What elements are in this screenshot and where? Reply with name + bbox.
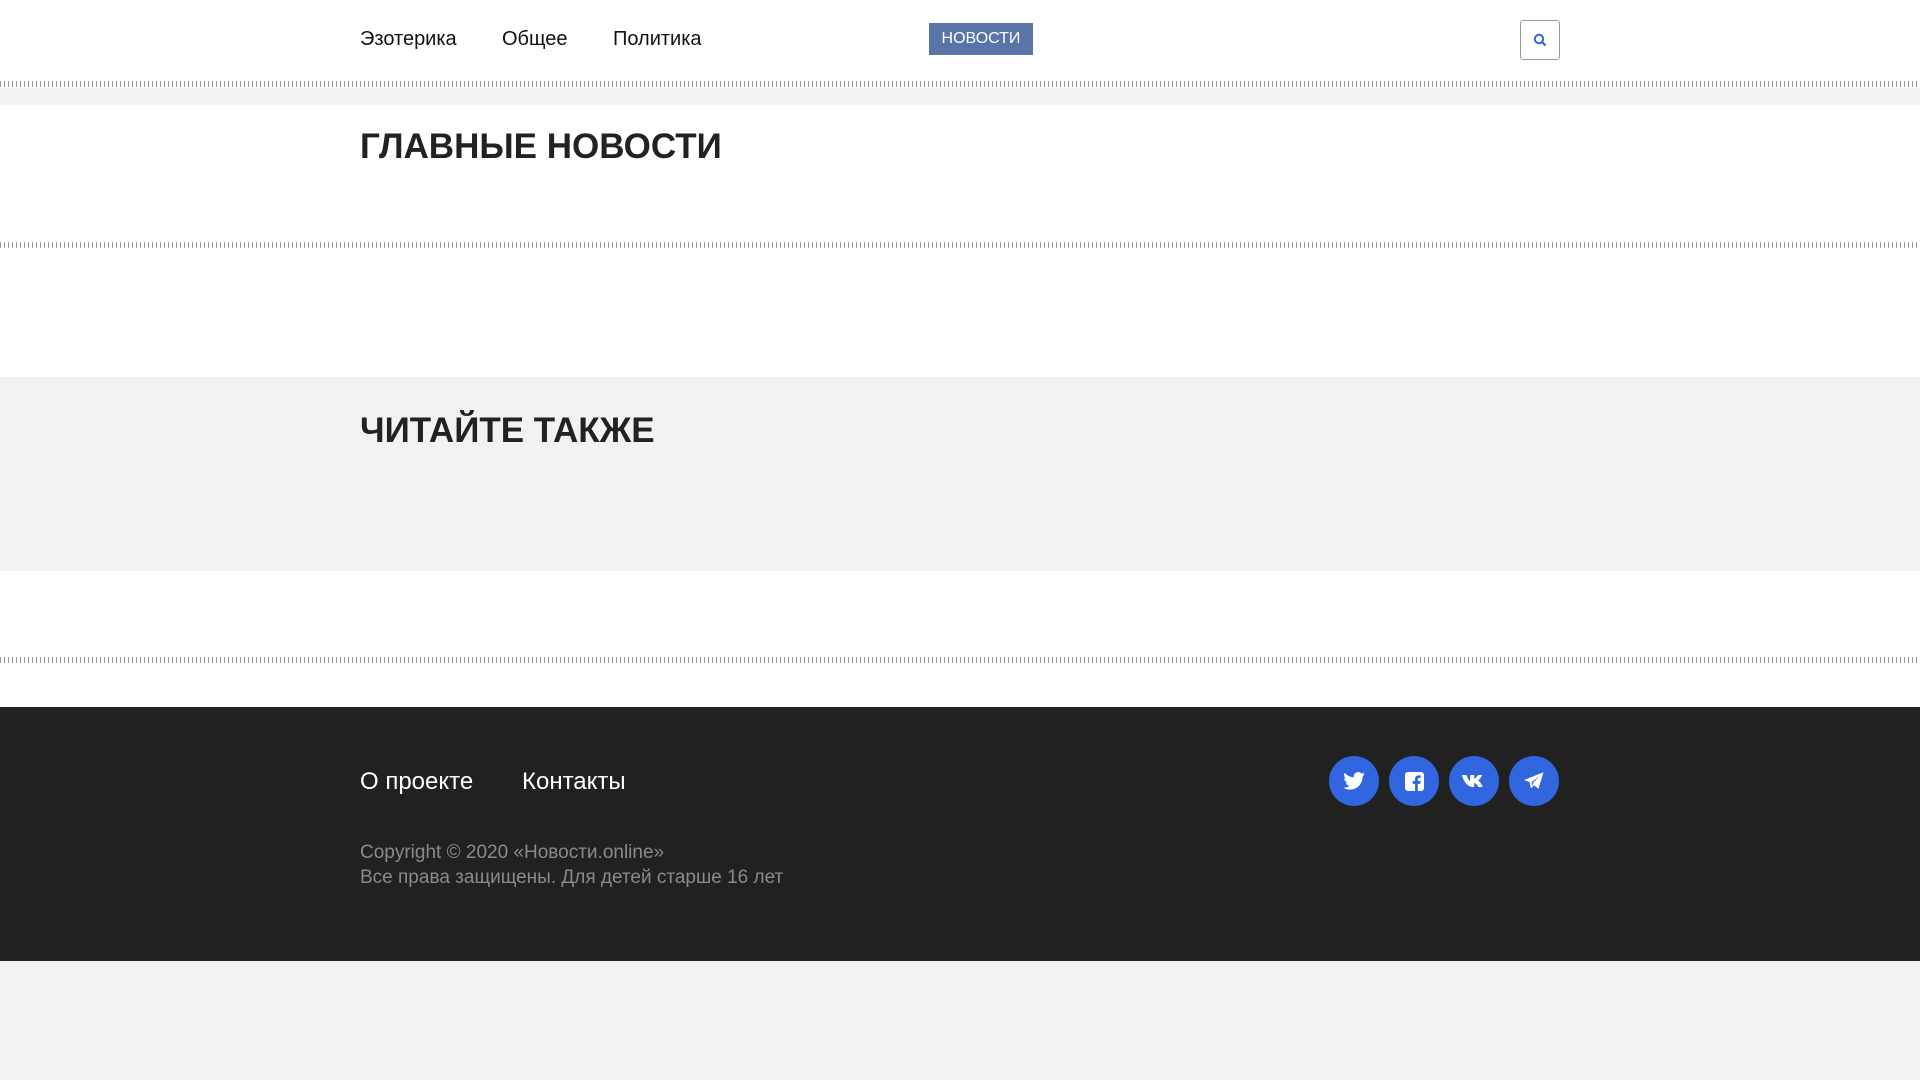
vk-button[interactable] bbox=[1449, 756, 1499, 806]
divider bbox=[0, 657, 1920, 663]
spacer bbox=[0, 571, 1920, 707]
logo-button[interactable]: НОВОСТИ bbox=[929, 23, 1033, 55]
nav-item-general[interactable]: Общее bbox=[502, 28, 568, 51]
top-news-section: ГЛАВНЫЕ НОВОСТИ bbox=[0, 105, 1920, 377]
read-also-section: ЧИТАЙТЕ ТАКЖЕ bbox=[0, 377, 1920, 571]
footer-link-contacts[interactable]: Контакты bbox=[522, 768, 626, 796]
nav-item-esoterics[interactable]: Эзотерика bbox=[360, 28, 457, 51]
facebook-icon bbox=[1404, 771, 1424, 791]
telegram-button[interactable] bbox=[1509, 756, 1559, 806]
footer-link-about[interactable]: О проекте bbox=[360, 768, 473, 796]
search-icon bbox=[1533, 33, 1547, 47]
twitter-icon bbox=[1343, 772, 1365, 790]
rights-text: Все права защищены. Для детей старше 16 … bbox=[360, 867, 784, 888]
divider bbox=[0, 81, 1920, 87]
read-also-title: ЧИТАЙТЕ ТАКЖЕ bbox=[360, 411, 655, 450]
divider bbox=[0, 242, 1920, 248]
facebook-button[interactable] bbox=[1389, 756, 1439, 806]
twitter-button[interactable] bbox=[1329, 756, 1379, 806]
telegram-icon bbox=[1524, 772, 1544, 789]
vk-icon bbox=[1462, 775, 1483, 787]
header: Эзотерика Общее Политика НОВОСТИ bbox=[0, 0, 1920, 88]
top-news-title: ГЛАВНЫЕ НОВОСТИ bbox=[360, 127, 722, 166]
copyright-text: Copyright © 2020 «Новости.online» bbox=[360, 842, 665, 863]
footer: О проекте Контакты Copyright © 2020 «Нов… bbox=[0, 707, 1920, 961]
nav-item-politics[interactable]: Политика bbox=[613, 28, 702, 51]
search-button[interactable] bbox=[1520, 20, 1560, 60]
